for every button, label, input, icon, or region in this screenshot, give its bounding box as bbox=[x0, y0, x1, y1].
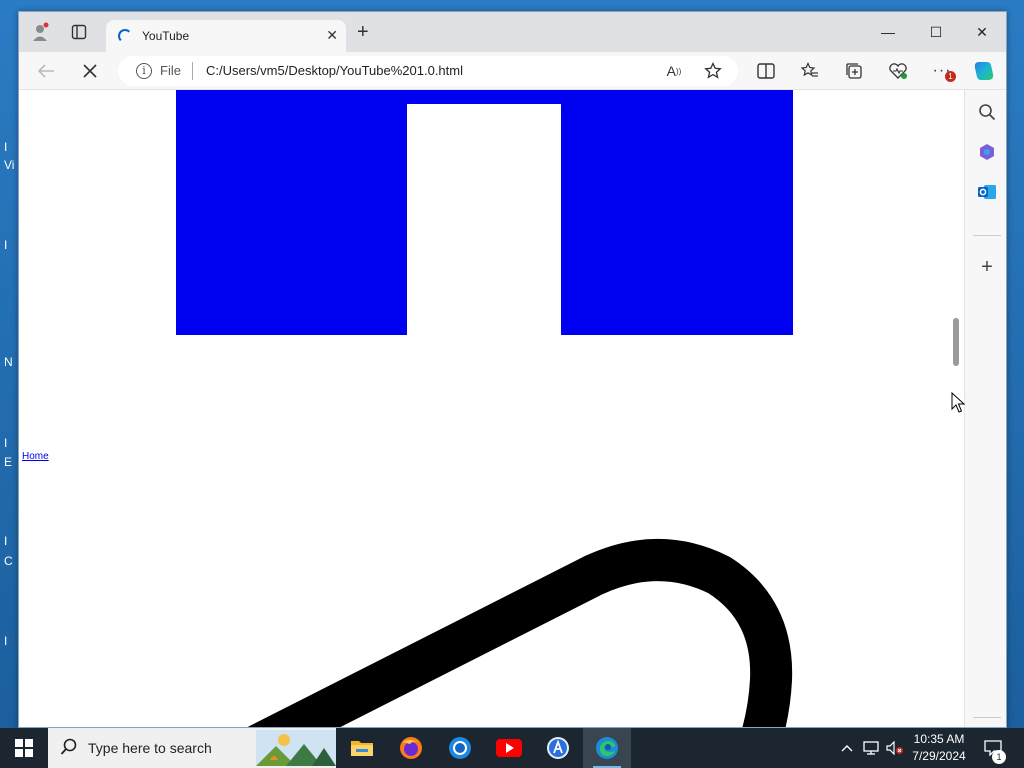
navigation-toolbar: i File C:/Users/vm5/Desktop/YouTube%201.… bbox=[19, 52, 1006, 90]
taskbar-clock[interactable]: 10:35 AM 7/29/2024 bbox=[904, 731, 974, 765]
search-icon[interactable] bbox=[976, 101, 998, 123]
taskbar-app-store[interactable] bbox=[534, 728, 582, 768]
url-text[interactable]: C:/Users/vm5/Desktop/YouTube%201.0.html bbox=[206, 63, 463, 78]
browser-essentials-icon[interactable] bbox=[887, 60, 909, 82]
notification-count-badge: 1 bbox=[992, 750, 1006, 764]
desktop-icon-label[interactable]: I bbox=[4, 534, 7, 548]
edge-sidebar: + bbox=[964, 90, 1006, 727]
blue-block-left bbox=[176, 90, 407, 335]
scrollbar-thumb[interactable] bbox=[953, 318, 959, 366]
copilot-icon[interactable] bbox=[976, 141, 998, 163]
new-tab-button[interactable]: + bbox=[357, 22, 369, 42]
desktop-icon-label[interactable]: I bbox=[4, 140, 7, 154]
copilot-icon[interactable] bbox=[973, 60, 995, 82]
tab-close-icon[interactable]: ✕ bbox=[326, 27, 338, 44]
notification-center-icon[interactable]: 1 bbox=[980, 728, 1006, 768]
mouse-cursor-icon bbox=[951, 392, 965, 413]
favorite-star-icon[interactable] bbox=[702, 60, 724, 82]
desktop-icon-label[interactable]: I bbox=[4, 238, 7, 252]
desktop-icon-label[interactable]: E bbox=[4, 455, 12, 469]
tab-youtube[interactable]: YouTube ✕ bbox=[106, 20, 346, 52]
tab-title: YouTube bbox=[142, 29, 190, 43]
home-link[interactable]: Home bbox=[22, 451, 49, 462]
collections-icon[interactable] bbox=[843, 60, 865, 82]
close-window-button[interactable]: ✕ bbox=[959, 18, 1005, 46]
taskbar-youtube[interactable] bbox=[485, 728, 533, 768]
taskbar-search-box[interactable]: Type here to search bbox=[48, 728, 336, 768]
more-badge: 1 bbox=[945, 71, 956, 82]
taskbar-chrome[interactable] bbox=[436, 728, 484, 768]
search-placeholder: Type here to search bbox=[88, 740, 212, 756]
sidebar-divider bbox=[973, 235, 1001, 236]
taskbar-firefox[interactable] bbox=[387, 728, 435, 768]
clock-time: 10:35 AM bbox=[913, 732, 965, 746]
loading-spinner-icon bbox=[118, 29, 132, 43]
taskbar-edge[interactable] bbox=[583, 728, 631, 768]
volume-muted-icon[interactable] bbox=[884, 728, 906, 768]
read-aloud-icon[interactable]: A)) bbox=[663, 60, 685, 82]
show-hidden-icons-chevron-icon[interactable] bbox=[836, 728, 858, 768]
desktop-icon-label[interactable]: Vi bbox=[4, 158, 14, 172]
blue-block-right bbox=[561, 90, 793, 335]
title-bar: YouTube ✕ + — ☐ ✕ bbox=[19, 12, 1006, 52]
stop-icon[interactable] bbox=[79, 60, 101, 82]
desktop-icon-label[interactable]: N bbox=[4, 355, 13, 369]
more-icon[interactable]: ··· 1 bbox=[931, 60, 956, 82]
desktop-icon-label[interactable]: I bbox=[4, 436, 7, 450]
taskbar: Type here to search 10:35 AM 7/29/2024 1 bbox=[0, 728, 1024, 768]
outlook-icon[interactable] bbox=[976, 181, 998, 203]
start-button[interactable] bbox=[0, 728, 48, 768]
taskbar-file-explorer[interactable] bbox=[338, 728, 386, 768]
back-icon[interactable] bbox=[35, 60, 57, 82]
desktop-icon-label[interactable]: C bbox=[4, 554, 13, 568]
clock-date: 7/29/2024 bbox=[912, 749, 966, 763]
profile-icon[interactable] bbox=[31, 22, 51, 42]
black-curved-stroke bbox=[247, 539, 793, 727]
address-divider bbox=[192, 62, 193, 80]
maximize-button[interactable]: ☐ bbox=[913, 18, 959, 46]
search-icon bbox=[60, 738, 78, 761]
sidebar-divider bbox=[973, 717, 1001, 718]
search-highlight-illustration bbox=[256, 730, 336, 766]
site-info-icon[interactable]: i bbox=[136, 63, 152, 79]
tab-actions-icon[interactable] bbox=[69, 22, 89, 42]
favorites-icon[interactable] bbox=[799, 60, 821, 82]
address-bar[interactable]: i File C:/Users/vm5/Desktop/YouTube%201.… bbox=[118, 56, 738, 86]
split-screen-icon[interactable] bbox=[755, 60, 777, 82]
network-icon[interactable] bbox=[860, 728, 882, 768]
browser-window: YouTube ✕ + — ☐ ✕ i File C:/Users/vm5/De… bbox=[18, 11, 1007, 728]
add-icon[interactable]: + bbox=[976, 256, 998, 278]
desktop-icon-label[interactable]: I bbox=[4, 634, 7, 648]
scheme-label: File bbox=[160, 63, 181, 78]
page-viewport: Home bbox=[19, 90, 964, 727]
minimize-button[interactable]: — bbox=[865, 18, 911, 46]
